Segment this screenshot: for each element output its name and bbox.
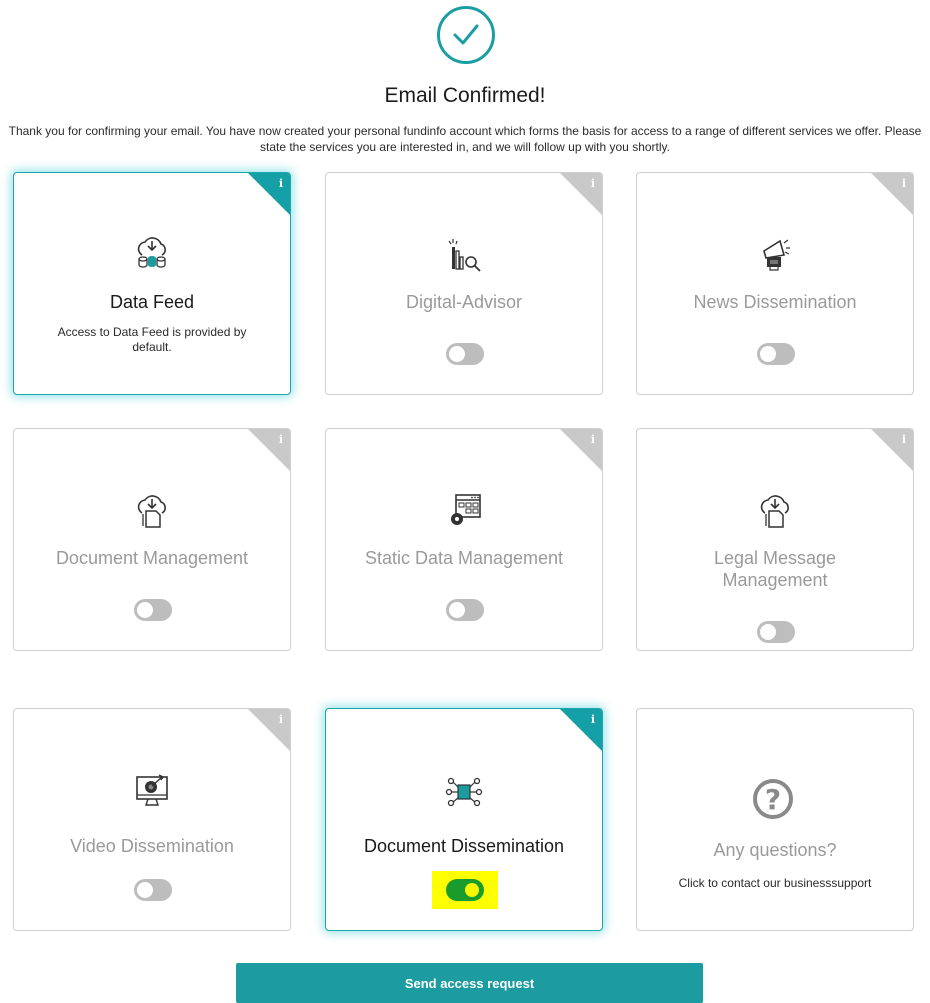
cloud-document-icon (137, 495, 166, 528)
info-icon[interactable]: i (279, 433, 283, 446)
card-any-questions[interactable]: ? Any questions? Click to contact our bu… (636, 708, 914, 931)
page-title: Email Confirmed! (384, 84, 546, 107)
card-static-data-management[interactable]: i Static Data Management (325, 428, 603, 651)
megaphone-icon (763, 239, 790, 271)
card-document-dissemination[interactable]: i Document Dissemination (325, 708, 603, 931)
card-title: News Dissemination (693, 292, 857, 312)
card-title: Video Dissemination (70, 836, 234, 856)
info-icon[interactable]: i (902, 433, 906, 446)
info-icon[interactable]: i (591, 433, 595, 446)
cloud-database-icon (137, 237, 166, 268)
service-toggle[interactable] (134, 879, 172, 901)
service-toggle[interactable] (757, 343, 795, 365)
card-video-dissemination[interactable]: i Video Dissemination (13, 708, 291, 931)
card-news-dissemination[interactable]: i News Dissemination (636, 172, 914, 395)
confirmed-check-icon (437, 6, 495, 64)
service-toggle[interactable] (446, 343, 484, 365)
send-access-request-button[interactable]: Send access request (236, 963, 703, 1003)
card-legal-message-management[interactable]: i Legal Message Management (636, 428, 914, 651)
service-toggle[interactable] (446, 879, 484, 901)
card-title: Document Dissemination (363, 836, 565, 856)
intro-text: Thank you for confirming your email. You… (8, 124, 922, 154)
card-description: Access to Data Feed is provided by defau… (57, 325, 247, 354)
card-title: Any questions? (713, 840, 837, 860)
card-title: Static Data Management (364, 548, 564, 568)
service-toggle[interactable] (757, 621, 795, 643)
service-toggle[interactable] (446, 599, 484, 621)
document-network-icon (445, 777, 483, 807)
info-icon[interactable]: i (591, 713, 595, 726)
card-title: Data Feed (109, 292, 195, 312)
monitor-target-icon (136, 774, 168, 806)
info-icon[interactable]: i (591, 177, 595, 190)
card-data-feed[interactable]: i Data Feed Access to Data Feed is provi… (13, 172, 291, 395)
chart-search-icon (448, 239, 481, 272)
cloud-document-icon (760, 495, 789, 528)
card-title: Legal Message Management (713, 548, 837, 590)
info-icon[interactable]: i (902, 177, 906, 190)
card-digital-advisor[interactable]: i Digital-Advisor (325, 172, 603, 395)
card-title: Digital-Advisor (405, 292, 523, 312)
card-document-management[interactable]: i Document Management (13, 428, 291, 651)
support-link[interactable]: Click to contact our businesssupport (647, 876, 903, 891)
service-toggle[interactable] (134, 599, 172, 621)
info-icon[interactable]: i (279, 713, 283, 726)
card-title: Document Management (55, 548, 249, 568)
browser-gear-icon (451, 494, 481, 525)
info-icon[interactable]: i (279, 177, 283, 190)
question-icon: ? (753, 779, 793, 819)
